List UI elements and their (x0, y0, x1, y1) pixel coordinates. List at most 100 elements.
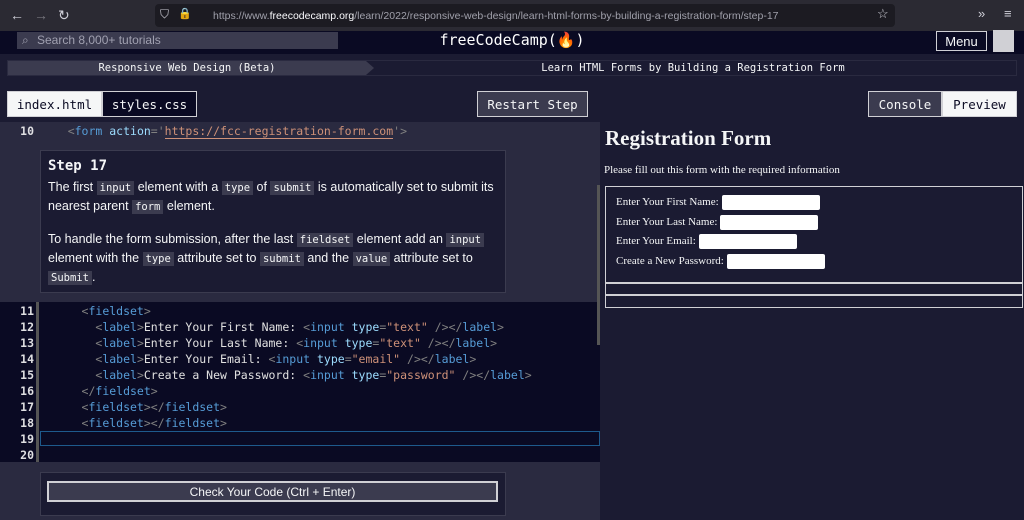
console-button[interactable]: Console (868, 91, 942, 117)
breadcrumb-block[interactable]: Learn HTML Forms by Building a Registrat… (368, 61, 1018, 74)
code-token: =' (150, 124, 165, 138)
password-label: Create a New Password: (616, 255, 724, 268)
code-token: "text" (386, 320, 428, 334)
preview-fieldset: Enter Your First Name: Enter Your Last N… (605, 186, 1023, 283)
code-line[interactable]: <fieldset></fieldset> (40, 415, 227, 431)
code-token: > (136, 368, 144, 382)
breadcrumb-superblock[interactable]: Responsive Web Design (Beta) (8, 61, 374, 75)
line-number: 17 (20, 400, 34, 414)
text: . (91, 270, 96, 284)
line-number: 18 (20, 416, 34, 430)
password-input[interactable] (726, 254, 825, 269)
inline-code: submit (270, 181, 315, 195)
fcc-logo[interactable]: freeCodeCamp(🔥) (0, 31, 1024, 49)
preview-title: Registration Form (605, 126, 772, 150)
code-token: Enter Your Email: (143, 352, 269, 366)
menu-button[interactable]: Menu (936, 31, 987, 51)
email-label: Enter Your Email: (616, 235, 696, 248)
check-code-button[interactable]: Check Your Code (Ctrl + Enter) (47, 481, 498, 502)
email-input[interactable] (698, 234, 797, 249)
code-token: /></ (420, 336, 456, 350)
lock-icon[interactable]: 🔒 (178, 7, 192, 20)
line-number: 20 (20, 448, 34, 462)
code-token: </ (40, 384, 96, 398)
url-bar[interactable]: https://www.freecodecamp.org/learn/2022/… (155, 4, 895, 27)
code-line[interactable]: <form action='https://fcc-registration-f… (40, 124, 407, 139)
code-line[interactable]: <label>Enter Your Last Name: <input type… (40, 335, 497, 351)
first-name-input[interactable] (721, 195, 820, 210)
forward-icon[interactable]: → (34, 7, 48, 23)
inline-code: type (142, 252, 174, 266)
inline-code: input (96, 181, 135, 195)
code-token: fieldset (88, 400, 144, 414)
code-token: fieldset (164, 400, 221, 414)
code-token: fieldset (95, 384, 151, 398)
text: The first (48, 180, 97, 194)
code-token: type (337, 336, 373, 350)
code-token: > (136, 320, 144, 334)
code-line[interactable]: <label>Enter Your First Name: <input typ… (40, 319, 504, 335)
code-token: > (150, 384, 158, 398)
url-path: /learn/2022/responsive-web-design/learn-… (354, 10, 779, 22)
code-token: > (136, 336, 144, 350)
code-line[interactable]: <label>Create a New Password: <input typ… (40, 367, 531, 383)
line-number: 14 (20, 352, 34, 366)
code-token: < (40, 368, 103, 382)
preview-button[interactable]: Preview (942, 91, 1017, 117)
code-token: "password" (386, 368, 456, 382)
code-token: "text" (379, 336, 421, 350)
restart-step-button[interactable]: Restart Step (477, 91, 588, 117)
code-line[interactable]: </fieldset> (40, 383, 158, 399)
step-description: Step 17 The first input element with a t… (40, 150, 506, 293)
first-name-label: Enter Your First Name: (616, 196, 719, 209)
text: element with the (48, 251, 143, 265)
code-token: Enter Your First Name: (143, 320, 304, 334)
reload-icon[interactable]: ↻ (58, 7, 70, 24)
code-token: /></ (455, 368, 491, 382)
url-prefix: https://www. (213, 10, 270, 22)
code-token: < (40, 304, 89, 318)
inline-code: fieldset (296, 233, 354, 247)
last-name-input[interactable] (720, 215, 819, 230)
code-token: fieldset (164, 416, 221, 430)
code-token: form (74, 124, 103, 138)
code-token: label (102, 368, 137, 382)
hamburger-menu-icon[interactable]: ≡ (1004, 6, 1012, 21)
text: element add an (353, 232, 447, 246)
code-token: > (143, 304, 151, 318)
text: To handle the form submission, after the… (48, 232, 297, 246)
code-token: > (469, 352, 477, 366)
code-token: < (40, 400, 89, 414)
back-icon[interactable]: ← (10, 7, 24, 23)
code-token: label (434, 352, 470, 366)
code-token: label (462, 320, 498, 334)
code-token: label (102, 352, 137, 366)
code-token: < (40, 124, 75, 138)
step-title: Step 17 (48, 158, 108, 174)
editor-scrollbar[interactable] (597, 185, 600, 345)
code-token: > (490, 336, 498, 350)
code-line[interactable]: <fieldset> (40, 303, 151, 319)
preview-subtitle: Please fill out this form with the requi… (604, 164, 840, 176)
code-token: /></ (427, 320, 463, 334)
browser-toolbar: ← → ↻ https://www.freecodecamp.org/learn… (0, 0, 1024, 31)
code-token: label (102, 320, 137, 334)
code-token: label (102, 336, 137, 350)
preview-fieldset-empty (605, 283, 1023, 295)
code-line[interactable]: <fieldset></fieldset> (40, 399, 227, 415)
line-number: 19 (20, 432, 34, 446)
overflow-icon[interactable]: » (978, 6, 985, 21)
tab-styles-css[interactable]: styles.css (102, 91, 197, 117)
preview-pane: Registration Form Please fill out this f… (603, 122, 1024, 520)
bookmark-star-icon[interactable]: ☆ (877, 6, 889, 22)
shield-icon[interactable]: ⛉ (160, 7, 169, 22)
avatar[interactable] (993, 30, 1014, 52)
code-token: fieldset (88, 416, 144, 430)
line-number: 15 (20, 368, 34, 382)
inline-code: Submit (48, 271, 92, 285)
tab-index-html[interactable]: index.html (7, 91, 102, 117)
code-token: /></ (400, 352, 435, 366)
code-token: "email" (351, 352, 401, 366)
text: attribute set to (390, 251, 473, 265)
code-line[interactable]: <label>Enter Your Email: <input type="em… (40, 351, 476, 367)
